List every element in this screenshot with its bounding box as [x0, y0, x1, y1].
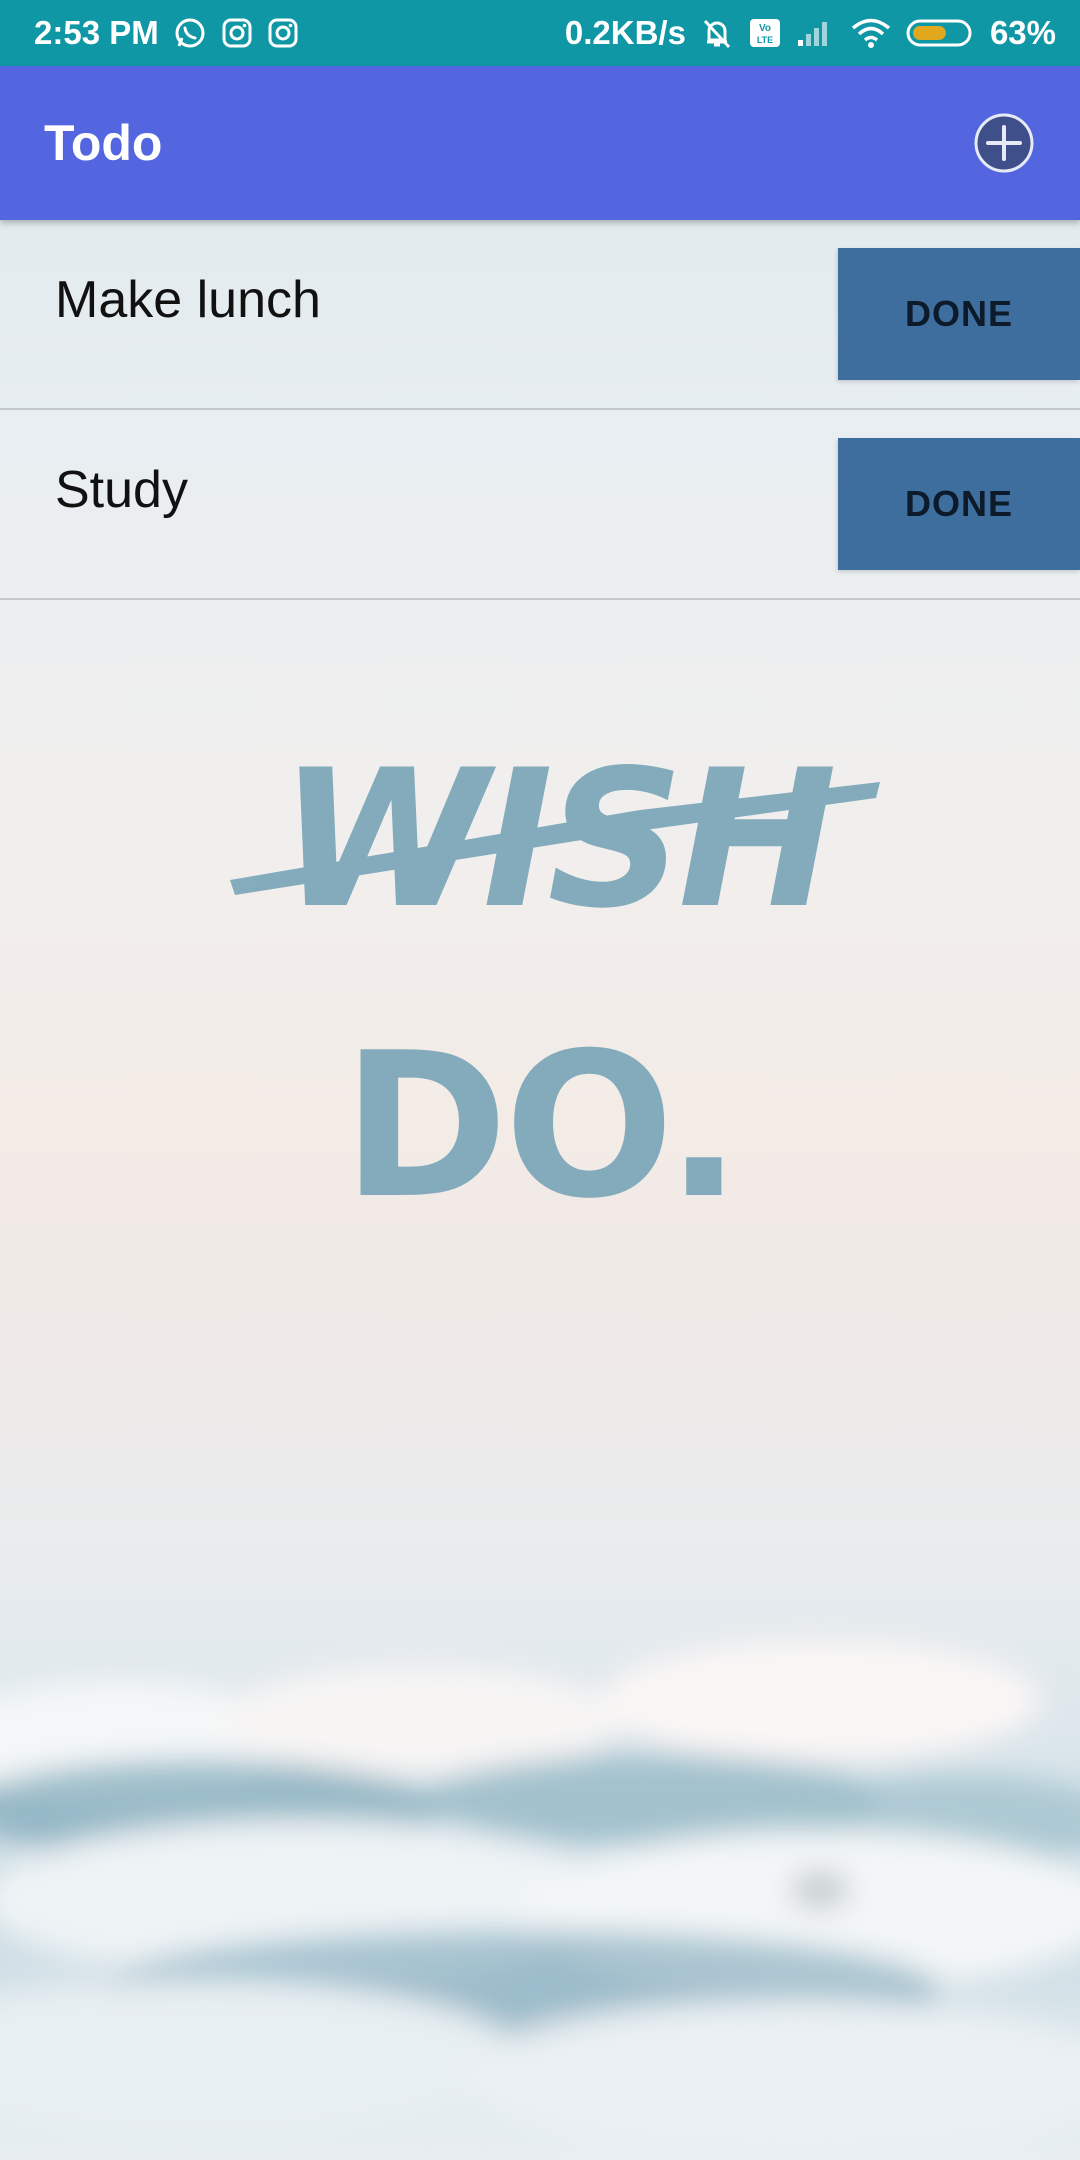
todo-text: Make lunch — [55, 271, 321, 329]
todo-item: Study DONE — [0, 410, 1080, 600]
wifi-icon — [850, 17, 892, 49]
battery-icon — [906, 17, 976, 49]
artwork-do-text: DO. — [342, 1010, 738, 1230]
app-bar: Todo — [0, 66, 1080, 220]
done-button[interactable]: DONE — [838, 438, 1080, 570]
instagram-icon — [267, 17, 299, 49]
svg-text:LTE: LTE — [757, 35, 773, 45]
status-bar-left: 2:53 PM — [34, 14, 299, 52]
todo-text: Study — [55, 461, 188, 519]
app-title: Todo — [44, 115, 163, 171]
battery-percent: 63% — [989, 14, 1056, 51]
volte-icon: Vo LTE — [748, 16, 782, 50]
status-time: 2:53 PM — [34, 14, 159, 51]
status-bar-right: 0.2KB/s Vo LTE 63% — [565, 14, 1056, 52]
wish-do-artwork: WISH DO. — [230, 729, 880, 1230]
bell-muted-icon — [700, 16, 734, 50]
whatsapp-icon — [173, 16, 207, 50]
instagram-icon — [221, 17, 253, 49]
network-speed: 0.2KB/s — [564, 14, 686, 51]
signal-icon — [796, 18, 836, 48]
battery-level-fill — [912, 26, 946, 40]
clouds-background — [0, 1640, 1080, 2160]
add-circle-icon — [974, 113, 1034, 173]
todo-screen: 2:53 PM 0.2KB/s Vo LTE 63% Todo DO. Make… — [0, 0, 1080, 2160]
done-button[interactable]: DONE — [838, 248, 1080, 380]
status-bar: 2:53 PM 0.2KB/s Vo LTE 63% — [0, 0, 1080, 66]
todo-item: Make lunch DONE — [0, 220, 1080, 410]
svg-text:Vo: Vo — [759, 23, 771, 34]
todo-list: Make lunch DONE Study DONE — [0, 220, 1080, 600]
add-todo-button[interactable] — [972, 111, 1036, 175]
